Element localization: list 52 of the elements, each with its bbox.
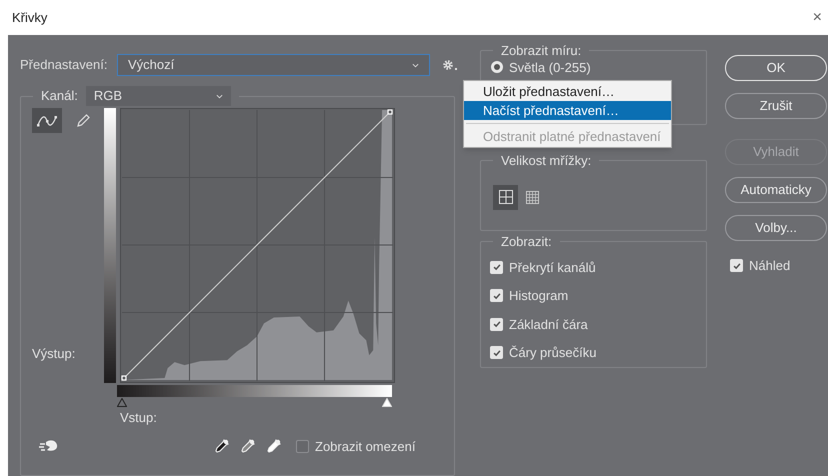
menu-item[interactable]: Uložit přednastavení… — [464, 82, 671, 101]
fine-grid-icon — [526, 190, 539, 204]
close-button[interactable]: × — [812, 6, 822, 30]
check-icon — [492, 290, 502, 301]
channel-label: Kanál: — [41, 87, 78, 106]
check-icon — [492, 319, 502, 330]
simple-grid-button[interactable] — [493, 184, 518, 210]
dialog-button[interactable]: Volby... — [725, 215, 827, 241]
checkbox[interactable] — [730, 259, 743, 272]
input-label: Vstup: — [120, 409, 157, 427]
menu-item: Odstranit platné přednastavení — [482, 128, 662, 146]
chevron-icon — [412, 62, 419, 68]
menu-item[interactable]: Načíst přednastavení… — [464, 101, 671, 120]
preset-label: Přednastavení: — [20, 56, 108, 74]
checkbox-label: Zobrazit omezení — [315, 438, 416, 456]
checkbox-label: Překrytí kanálů — [509, 258, 596, 277]
pencil-icon — [75, 112, 91, 128]
radio-button[interactable] — [491, 61, 503, 74]
checkbox[interactable] — [490, 346, 503, 360]
check-icon — [492, 348, 502, 358]
settings-icon[interactable] — [442, 59, 458, 71]
checkbox-label: Histogram — [509, 287, 568, 305]
checkbox-label: Čáry průsečíku — [509, 344, 596, 362]
checkbox[interactable] — [490, 260, 503, 274]
dialog-button[interactable]: Zrušit — [725, 93, 827, 119]
shadow-slider[interactable] — [117, 398, 127, 407]
check-icon — [492, 262, 502, 272]
group-title: Velikost mřížky: — [500, 152, 592, 170]
dialog-button[interactable]: Automaticky — [725, 177, 827, 203]
grid-icon — [498, 190, 512, 204]
radio-label: Světla (0-255) — [509, 58, 591, 77]
chevron-icon — [216, 94, 223, 98]
curve-tool-button[interactable] — [32, 108, 62, 133]
dialog-button[interactable]: OK — [725, 55, 827, 81]
checkbox-label: Základní čára — [509, 316, 588, 334]
window-title: Křivky — [12, 8, 48, 27]
checkbox-label: Náhled — [749, 257, 790, 275]
hand-drag-icon[interactable] — [39, 439, 59, 454]
curve-icon — [37, 114, 57, 126]
checkbox[interactable] — [490, 318, 503, 331]
channel-dropdown[interactable]: RGB — [86, 86, 231, 106]
checkbox[interactable] — [490, 289, 503, 302]
preset-dropdown[interactable]: Výchozí — [117, 54, 430, 76]
group-title: Zobrazit: — [500, 233, 553, 251]
slider-track[interactable] — [117, 398, 392, 407]
checkbox[interactable] — [296, 440, 309, 453]
group-title: Zobrazit míru: — [500, 42, 582, 60]
curve-point[interactable] — [387, 109, 393, 115]
check-icon — [732, 260, 742, 271]
curve-point[interactable] — [121, 375, 127, 381]
output-label: Výstup: — [32, 344, 76, 363]
eyedropper-icon[interactable] — [214, 438, 230, 454]
